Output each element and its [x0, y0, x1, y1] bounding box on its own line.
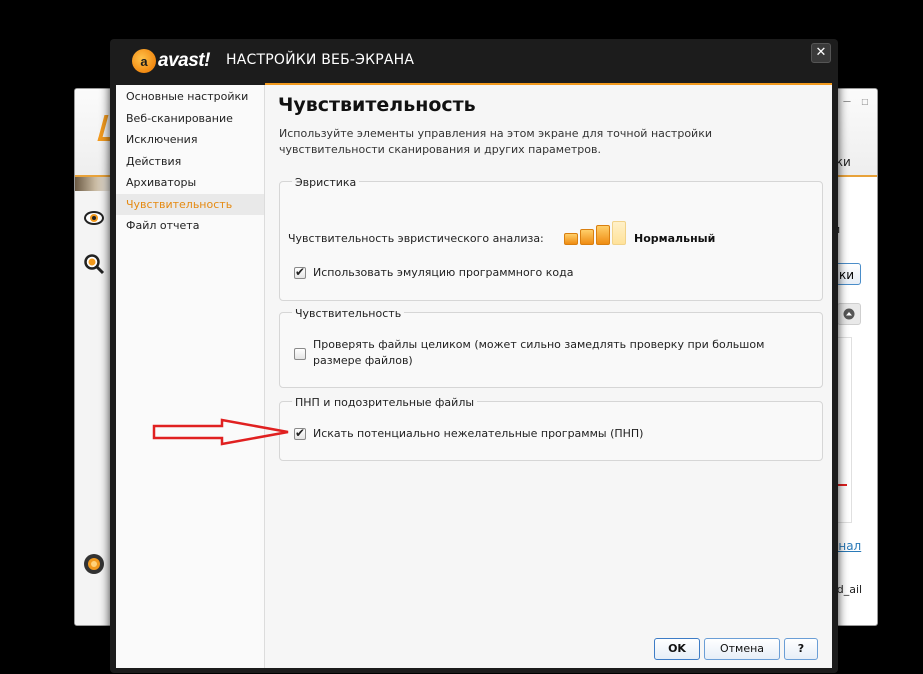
annotation-arrow [152, 418, 289, 446]
avast-logo: a avast! [132, 49, 210, 73]
cancel-button[interactable]: Отмена [704, 638, 780, 660]
dialog-titlebar: a avast! НАСТРОЙКИ ВЕБ-ЭКРАНА ✕ [110, 39, 838, 83]
level-bar[interactable] [596, 225, 610, 245]
scroll-up-icon[interactable] [837, 303, 861, 325]
pup-checkbox[interactable]: ✔ [294, 426, 306, 440]
level-bar[interactable] [564, 233, 578, 245]
settings-nav: Основные настройки Веб-сканирование Искл… [116, 85, 265, 668]
minimize-icon[interactable]: — [841, 95, 853, 107]
emulation-checkbox[interactable]: ✔ [294, 265, 306, 279]
close-icon[interactable]: ✕ [811, 43, 831, 63]
logo-ball: a [132, 49, 156, 73]
background-sidebar-stripe [75, 177, 115, 191]
checkmark-icon: ✔ [295, 426, 306, 440]
heuristic-level-text: Нормальный [634, 232, 716, 245]
heuristics-group: Эвристика Чувствительность эвристическог… [279, 176, 823, 301]
dialog-body: Основные настройки Веб-сканирование Искл… [116, 85, 832, 668]
settings-content: Чувствительность Используйте элементы уп… [265, 85, 832, 668]
heuristics-group-label: Эвристика [292, 176, 360, 189]
emulation-label: Использовать эмуляцию программного кода [313, 266, 574, 279]
nav-item-report-file[interactable]: Файл отчета [116, 215, 264, 237]
avast-ball-icon[interactable] [83, 553, 105, 575]
checkmark-icon: ✔ [295, 265, 306, 279]
settings-dialog: a avast! НАСТРОЙКИ ВЕБ-ЭКРАНА ✕ Основные… [110, 39, 838, 673]
heuristic-level-slider[interactable] [564, 219, 626, 245]
nav-item-exclusions[interactable]: Исключения [116, 129, 264, 151]
dialog-title: НАСТРОЙКИ ВЕБ-ЭКРАНА [226, 52, 415, 68]
page-description: Используйте элементы управления на этом … [279, 127, 712, 156]
heuristic-sensitivity-label: Чувствительность эвристического анализа: [288, 232, 544, 245]
logo-text: avast! [158, 50, 210, 71]
magnifier-icon[interactable] [83, 253, 105, 275]
page-title: Чувствительность [278, 94, 476, 116]
help-button[interactable]: ? [784, 638, 818, 660]
level-bar[interactable] [612, 221, 626, 245]
screen: — ☐ йки ки онал sd_ail a avast! НАСТРОЙК… [0, 0, 923, 674]
whole-files-checkbox[interactable] [294, 348, 306, 360]
pup-group: ПНП и подозрительные файлы ✔ Искать поте… [279, 396, 823, 461]
pup-label: Искать потенциально нежелательные програ… [313, 427, 644, 440]
nav-item-web-scanning[interactable]: Веб-сканирование [116, 108, 264, 130]
sensitivity-group-label: Чувствительность [292, 307, 405, 320]
maximize-icon[interactable]: ☐ [859, 95, 871, 107]
background-window-buttons: — ☐ [841, 95, 871, 107]
nav-item-basic[interactable]: Основные настройки [116, 86, 264, 108]
pup-group-label: ПНП и подозрительные файлы [292, 396, 478, 409]
nav-item-sensitivity[interactable]: Чувствительность [116, 193, 264, 215]
ok-button[interactable]: OK [654, 638, 700, 660]
nav-item-archivers[interactable]: Архиваторы [116, 172, 264, 194]
nav-item-actions[interactable]: Действия [116, 151, 264, 173]
whole-files-label: Проверять файлы целиком (может сильно за… [313, 338, 765, 367]
sensitivity-group: Чувствительность Проверять файлы целиком… [279, 307, 823, 388]
level-bar[interactable] [580, 229, 594, 245]
eye-icon[interactable] [83, 207, 105, 229]
